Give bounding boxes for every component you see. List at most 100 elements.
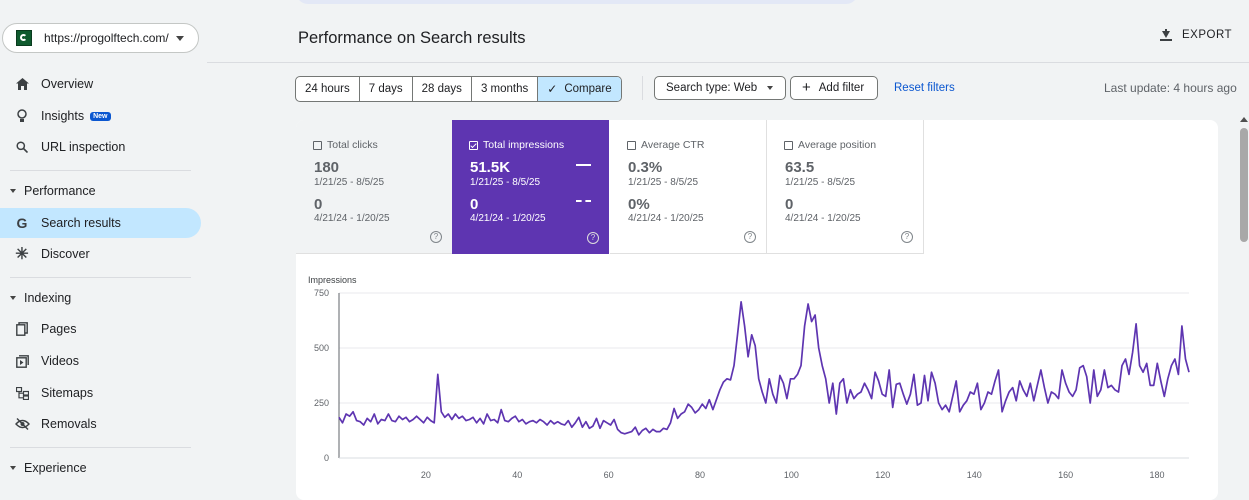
metric-compare-range: 4/21/24 - 1/20/25 <box>628 213 704 224</box>
metric-value: 180 <box>314 159 340 176</box>
x-tick-label: 140 <box>967 470 982 480</box>
sidebar-item-label: URL inspection <box>41 140 126 154</box>
site-logo-icon <box>16 30 32 46</box>
section-label: Experience <box>24 461 87 475</box>
sidebar-item-label: Removals <box>41 417 97 431</box>
x-tick-label: 160 <box>1058 470 1073 480</box>
caret-down-icon <box>767 86 774 90</box>
metric-label: Total impressions <box>483 139 565 151</box>
export-label: EXPORT <box>1182 29 1233 41</box>
checkbox[interactable] <box>784 140 793 150</box>
metric-compare-range: 4/21/24 - 1/20/25 <box>314 213 390 224</box>
divider <box>10 447 191 448</box>
sitemap-icon <box>14 385 30 401</box>
metric-date-range: 1/21/25 - 8/5/25 <box>785 177 856 188</box>
divider <box>10 170 191 171</box>
sidebar-item-videos[interactable]: Videos <box>0 346 201 376</box>
google-g-icon: G <box>16 215 28 231</box>
x-tick-label: 80 <box>695 470 705 480</box>
y-tick-label: 0 <box>324 453 329 463</box>
checkbox[interactable] <box>627 140 636 150</box>
x-tick-label: 40 <box>512 470 522 480</box>
sidebar-item-sitemaps[interactable]: Sitemaps <box>0 378 201 408</box>
dashed-line-legend-icon <box>576 200 591 202</box>
metric-date-range: 1/21/25 - 8/5/25 <box>314 177 385 188</box>
range-24-hours[interactable]: 24 hours <box>296 77 360 101</box>
metric-label: Average position <box>798 139 877 151</box>
metric-value: 0.3% <box>628 159 663 176</box>
video-icon <box>14 353 30 369</box>
sidebar-item-search-results[interactable]: G Search results <box>0 208 201 238</box>
check-icon: ✓ <box>547 82 558 96</box>
divider <box>10 277 191 278</box>
solid-line-legend-icon <box>576 164 591 166</box>
x-tick-label: 120 <box>875 470 890 480</box>
y-tick-label: 250 <box>314 398 329 408</box>
chevron-down-icon <box>176 35 184 41</box>
metric-label: Total clicks <box>327 139 378 151</box>
header-divider <box>207 62 1249 63</box>
home-icon <box>14 76 30 92</box>
sidebar-item-removals[interactable]: Removals <box>0 409 201 439</box>
eye-off-icon <box>14 416 30 432</box>
impressions-chart[interactable]: Impressions 0 250 500 750 20 40 60 80 100 120 140 16… <box>296 262 1196 489</box>
metric-label: Average CTR <box>641 139 705 151</box>
sidebar-item-discover[interactable]: ✳ Discover <box>0 239 201 269</box>
help-icon[interactable]: ? <box>587 232 599 244</box>
metric-total-clicks[interactable]: Total clicks 180 1/21/25 - 8/5/25 0 4/21… <box>296 120 453 254</box>
add-filter-label: Add filter <box>818 82 865 94</box>
sidebar-item-overview[interactable]: Overview <box>0 69 201 99</box>
search-type-dropdown[interactable]: Search type: Web <box>654 76 786 100</box>
property-selector[interactable]: https://progolftech.com/ <box>2 23 199 53</box>
help-icon[interactable]: ? <box>744 231 756 243</box>
last-update-text: Last update: 4 hours ago <box>1104 81 1237 95</box>
metric-average-position[interactable]: Average position 63.5 1/21/25 - 8/5/25 0… <box>767 120 924 254</box>
export-button[interactable]: EXPORT <box>1160 29 1232 41</box>
reset-filters-link[interactable]: Reset filters <box>894 82 955 94</box>
compare-chip[interactable]: ✓ Compare <box>538 77 621 101</box>
sidebar-item-label: Discover <box>41 247 90 261</box>
caret-down-icon <box>10 189 16 193</box>
range-28-days[interactable]: 28 days <box>413 77 472 101</box>
sidebar-item-label: Insights <box>41 109 85 123</box>
add-filter-button[interactable]: + Add filter <box>790 76 878 100</box>
filter-separator <box>642 76 643 100</box>
sidebar-item-label: Search results <box>41 216 121 230</box>
x-tick-label: 60 <box>604 470 614 480</box>
asterisk-icon: ✳ <box>15 246 29 263</box>
section-performance[interactable]: Performance <box>0 180 201 202</box>
x-tick-label: 100 <box>784 470 799 480</box>
checkbox[interactable] <box>313 140 322 150</box>
metric-date-range: 1/21/25 - 8/5/25 <box>628 177 699 188</box>
help-icon[interactable]: ? <box>901 231 913 243</box>
metric-date-range: 1/21/25 - 8/5/25 <box>470 177 541 188</box>
metric-value: 63.5 <box>785 159 815 176</box>
sidebar-item-insights[interactable]: Insights New <box>0 101 201 131</box>
scrollbar-thumb[interactable] <box>1240 128 1248 242</box>
caret-down-icon <box>10 296 16 300</box>
metric-compare-value: 0 <box>470 196 479 213</box>
y-tick-label: 500 <box>314 343 329 353</box>
sidebar-item-pages[interactable]: Pages <box>0 314 201 344</box>
metric-compare-range: 4/21/24 - 1/20/25 <box>470 213 546 224</box>
range-7-days[interactable]: 7 days <box>360 77 413 101</box>
checkbox[interactable] <box>469 140 478 150</box>
metric-total-impressions[interactable]: Total impressions 51.5K 1/21/25 - 8/5/25… <box>452 120 609 254</box>
metric-compare-value: 0% <box>628 196 650 213</box>
section-indexing[interactable]: Indexing <box>0 287 201 309</box>
search-bar[interactable] <box>296 0 858 4</box>
search-icon <box>14 139 30 155</box>
sidebar-item-url-inspection[interactable]: URL inspection <box>0 132 201 162</box>
plus-icon: + <box>802 79 811 96</box>
x-tick-label: 180 <box>1149 470 1164 480</box>
x-tick-label: 20 <box>421 470 431 480</box>
help-icon[interactable]: ? <box>430 231 442 243</box>
pages-icon <box>14 321 30 337</box>
impressions-series-line <box>338 300 1190 436</box>
metric-average-ctr[interactable]: Average CTR 0.3% 1/21/25 - 8/5/25 0% 4/2… <box>610 120 767 254</box>
range-3-months[interactable]: 3 months <box>472 77 539 101</box>
scroll-up-icon[interactable] <box>1240 117 1248 122</box>
section-experience[interactable]: Experience <box>0 457 201 479</box>
metric-compare-value: 0 <box>785 196 794 213</box>
sidebar-item-label: Videos <box>41 354 79 368</box>
